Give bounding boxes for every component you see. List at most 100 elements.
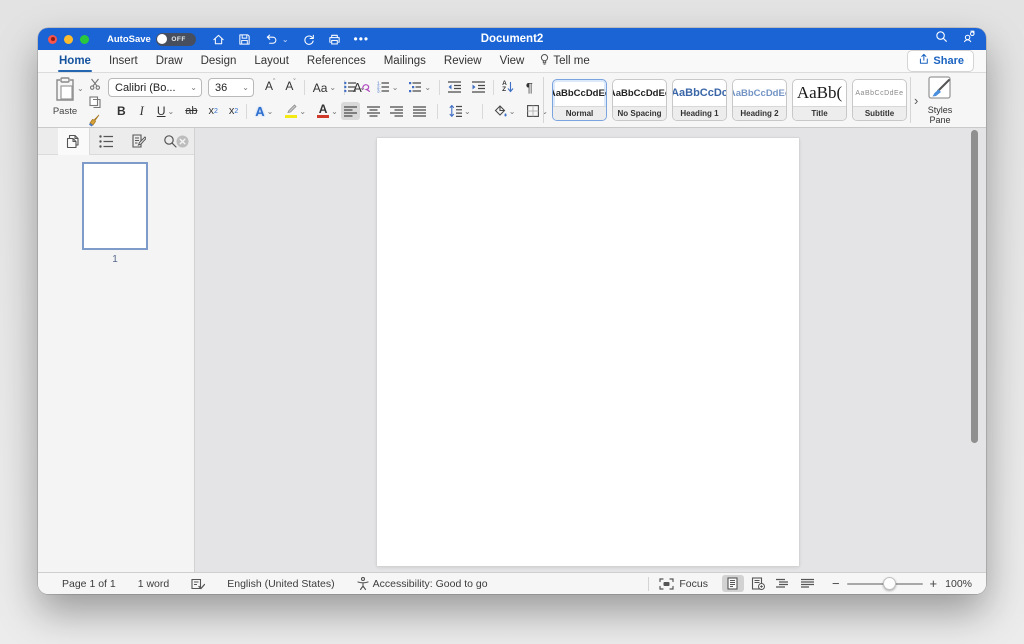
subscript-button[interactable]: x2 — [205, 102, 220, 120]
undo-menu-chevron-icon[interactable]: ⌄ — [282, 35, 289, 44]
tab-layout[interactable]: Layout — [245, 52, 298, 70]
style-subtitle[interactable]: AaBbCcDdEe Subtitle — [852, 79, 907, 121]
shading-button[interactable]: ⌄ — [491, 102, 519, 120]
style-heading-2[interactable]: AaBbCcDdEe Heading 2 — [732, 79, 787, 121]
text-effects-button[interactable]: A⌄ — [252, 102, 276, 120]
home-icon[interactable] — [212, 33, 225, 46]
tell-me-button[interactable]: Tell me — [533, 50, 595, 72]
profile-icon[interactable] — [962, 30, 976, 48]
tab-draw[interactable]: Draw — [147, 52, 192, 70]
align-center-button[interactable] — [364, 102, 383, 120]
text-effects-chevron-icon: ⌄ — [267, 107, 274, 116]
paste-button[interactable]: ⌄ Paste — [48, 77, 82, 117]
minimize-window-button[interactable] — [64, 35, 73, 44]
zoom-slider-handle[interactable] — [883, 577, 896, 590]
word-count-status[interactable]: 1 word — [138, 578, 170, 590]
increase-indent-button[interactable] — [469, 78, 488, 96]
font-size-select[interactable]: 36⌄ — [208, 78, 254, 97]
style-no-spacing[interactable]: AaBbCcDdEe No Spacing — [612, 79, 667, 121]
shrink-font-button[interactable]: Aˇ — [282, 79, 298, 97]
change-case-label: Aa — [313, 81, 328, 95]
autosave-control[interactable]: AutoSave OFF — [107, 33, 196, 46]
align-right-button[interactable] — [387, 102, 406, 120]
tell-me-label: Tell me — [553, 55, 589, 67]
styles-pane-button[interactable]: StylesPane — [914, 76, 966, 125]
document-page[interactable] — [377, 138, 799, 566]
numbering-button[interactable]: 1.2.3.⌄ — [374, 78, 402, 96]
style-no-spacing-sample: AaBbCcDdEe — [613, 80, 666, 106]
zoom-level[interactable]: 100% — [945, 578, 972, 590]
zoom-in-button[interactable]: + — [930, 576, 938, 591]
show-paragraph-marks-button[interactable]: ¶ — [523, 78, 536, 96]
accessibility-status[interactable]: Accessibility: Good to go — [357, 577, 488, 590]
redo-icon[interactable] — [302, 33, 315, 46]
paste-menu-chevron-icon[interactable]: ⌄ — [77, 84, 84, 93]
spellcheck-status[interactable] — [191, 578, 205, 590]
search-icon[interactable] — [935, 30, 948, 48]
borders-button[interactable]: ⌄ — [524, 102, 551, 120]
style-normal-label: Normal — [553, 106, 606, 120]
page-thumbnail[interactable] — [82, 162, 148, 250]
save-icon[interactable] — [238, 33, 251, 46]
sidebar-close-button[interactable] — [176, 135, 189, 153]
italic-button[interactable]: I — [137, 102, 147, 120]
web-layout-view-button[interactable] — [747, 575, 769, 592]
zoom-out-button[interactable]: − — [832, 576, 840, 591]
tab-references[interactable]: References — [298, 52, 375, 70]
bold-button[interactable]: B — [114, 102, 129, 120]
autosave-toggle[interactable]: OFF — [156, 33, 196, 46]
undo-icon[interactable] — [264, 33, 278, 46]
font-name-select[interactable]: Calibri (Bo...⌄ — [108, 78, 202, 97]
style-subtitle-sample: AaBbCcDdEe — [853, 80, 906, 106]
zoom-window-button[interactable] — [80, 35, 89, 44]
print-layout-view-button[interactable] — [722, 575, 744, 592]
focus-mode-button[interactable]: Focus — [659, 578, 708, 590]
tab-view[interactable]: View — [491, 52, 534, 70]
cut-icon[interactable] — [89, 78, 101, 93]
close-window-button[interactable] — [48, 35, 57, 44]
sidebar-tab-reviewing[interactable] — [122, 128, 154, 155]
bullets-button[interactable]: ⌄ — [341, 78, 369, 96]
document-area: 1 — [38, 128, 986, 572]
numbering-chevron-icon: ⌄ — [392, 83, 399, 92]
line-spacing-button[interactable]: ⌄ — [446, 102, 474, 120]
align-left-button[interactable] — [341, 102, 360, 120]
multilevel-list-button[interactable]: ⌄ — [406, 78, 434, 96]
tab-mailings[interactable]: Mailings — [375, 52, 435, 70]
grow-font-button[interactable]: Aˆ — [262, 79, 278, 97]
strikethrough-button[interactable]: ab — [182, 102, 200, 120]
highlight-button[interactable]: ⌄ — [281, 102, 309, 120]
zoom-slider[interactable] — [847, 583, 923, 585]
tab-insert[interactable]: Insert — [100, 52, 147, 70]
style-title[interactable]: AaBb( Title — [792, 79, 847, 121]
decrease-indent-button[interactable] — [445, 78, 464, 96]
vertical-scrollbar[interactable] — [971, 130, 978, 443]
grow-font-label: A — [265, 79, 273, 93]
underline-button[interactable]: U⌄ — [154, 102, 177, 120]
style-subtitle-label: Subtitle — [853, 106, 906, 120]
style-heading-2-label: Heading 2 — [733, 106, 786, 120]
print-icon[interactable] — [328, 33, 341, 46]
tab-home[interactable]: Home — [50, 52, 100, 70]
more-commands-icon[interactable]: ••• — [354, 34, 370, 44]
sidebar-tab-headings[interactable] — [90, 128, 122, 155]
copy-icon[interactable] — [89, 96, 101, 111]
share-button[interactable]: Share — [907, 50, 974, 72]
tab-design[interactable]: Design — [192, 52, 246, 70]
font-color-button[interactable]: A ⌄ — [314, 102, 341, 120]
style-heading-1[interactable]: AaBbCcDc Heading 1 — [672, 79, 727, 121]
sidebar-tab-thumbnails[interactable] — [58, 128, 90, 155]
zoom-control: − + — [832, 576, 937, 591]
style-normal[interactable]: AaBbCcDdEe Normal — [552, 79, 607, 121]
superscript-button[interactable]: x2 — [226, 102, 241, 120]
page-count-status[interactable]: Page 1 of 1 — [62, 578, 116, 590]
justify-button[interactable] — [410, 102, 429, 120]
language-status[interactable]: English (United States) — [227, 578, 334, 590]
draft-view-button[interactable] — [797, 575, 819, 592]
change-case-button[interactable]: Aa⌄ — [310, 79, 339, 97]
outline-view-icon — [776, 578, 789, 589]
outline-view-button[interactable] — [772, 575, 794, 592]
ribbon: ⌄ Paste Calibri (Bo...⌄ 36⌄ Aˆ Aˇ Aa⌄ A — [38, 73, 986, 128]
sort-button[interactable]: AZ — [499, 78, 517, 96]
tab-review[interactable]: Review — [435, 52, 491, 70]
